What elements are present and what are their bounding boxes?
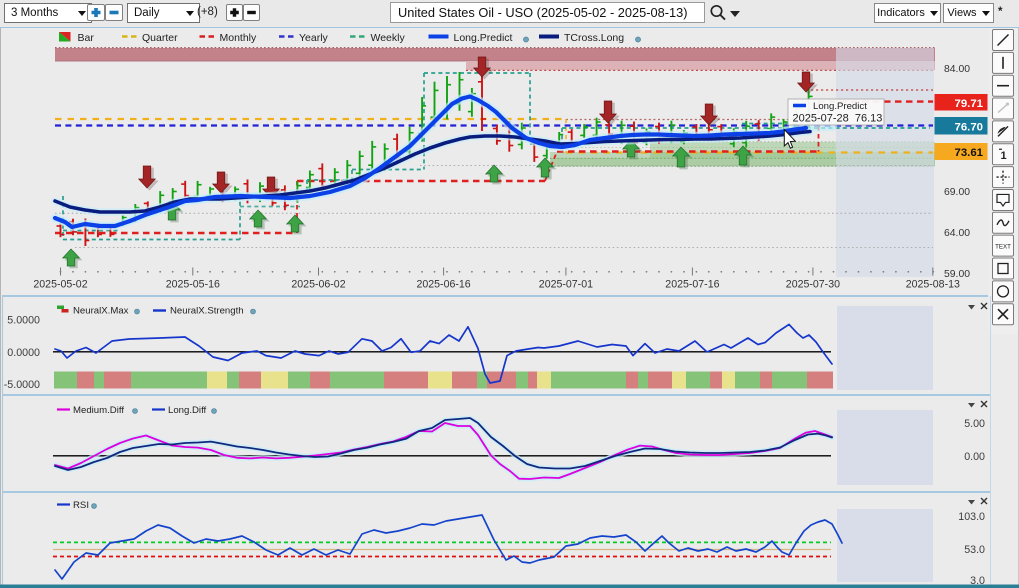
svg-text:2025-07-16: 2025-07-16 xyxy=(665,279,719,291)
svg-text:Long.Diff: Long.Diff xyxy=(168,405,207,416)
svg-text:0.0000: 0.0000 xyxy=(7,347,40,359)
svg-text:2025-05-02: 2025-05-02 xyxy=(33,279,87,291)
svg-text:Long.Predict: Long.Predict xyxy=(454,32,513,44)
svg-text:Weekly: Weekly xyxy=(371,32,406,44)
svg-text:59.00: 59.00 xyxy=(944,269,970,280)
svg-text:2025-07-28 76.13: 2025-07-28 76.13 xyxy=(793,113,883,125)
svg-text:79.71: 79.71 xyxy=(954,98,983,110)
svg-text:Yearly: Yearly xyxy=(299,32,329,44)
svg-text:1: 1 xyxy=(1000,150,1006,162)
svg-text:5.00: 5.00 xyxy=(964,418,985,430)
svg-text:73.61: 73.61 xyxy=(954,147,983,159)
svg-text:69.00: 69.00 xyxy=(944,187,970,198)
svg-text:2025-08-13: 2025-08-13 xyxy=(906,279,960,291)
svg-text:5.0000: 5.0000 xyxy=(7,315,40,327)
svg-text:2025-07-01: 2025-07-01 xyxy=(539,279,593,291)
svg-text:0.00: 0.00 xyxy=(964,451,985,463)
svg-text:-5.0000: -5.0000 xyxy=(4,379,40,391)
svg-text:Quarter: Quarter xyxy=(142,32,178,44)
svg-text:Long.Predict: Long.Predict xyxy=(813,101,867,112)
svg-text:2025-06-16: 2025-06-16 xyxy=(416,279,470,291)
svg-text:Monthly: Monthly xyxy=(220,32,258,44)
svg-text:76.70: 76.70 xyxy=(954,121,983,133)
svg-text:NeuralX.Max: NeuralX.Max xyxy=(73,306,129,317)
svg-text:84.00: 84.00 xyxy=(944,64,970,75)
svg-text:Medium.Diff: Medium.Diff xyxy=(73,405,124,416)
svg-text:2025-06-02: 2025-06-02 xyxy=(291,279,345,291)
svg-text:NeuralX.Strength: NeuralX.Strength xyxy=(170,306,244,317)
svg-text:TEXT: TEXT xyxy=(995,243,1011,250)
svg-text:RSI: RSI xyxy=(73,500,89,511)
svg-text:103.0: 103.0 xyxy=(958,511,985,523)
svg-text:2025-07-30: 2025-07-30 xyxy=(786,279,840,291)
svg-text:53.0: 53.0 xyxy=(964,544,985,556)
svg-text:2025-05-16: 2025-05-16 xyxy=(166,279,220,291)
svg-text:64.00: 64.00 xyxy=(944,228,970,239)
svg-text:Bar: Bar xyxy=(78,32,95,44)
svg-text:TCross.Long: TCross.Long xyxy=(564,32,624,44)
